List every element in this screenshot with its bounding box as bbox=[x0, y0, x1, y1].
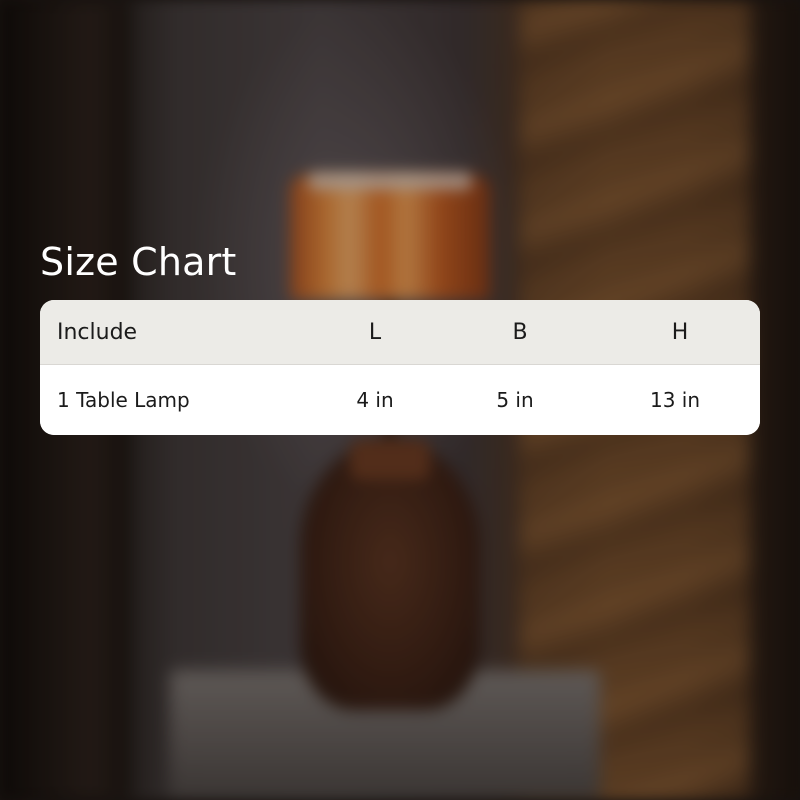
header-height: H bbox=[671, 319, 689, 345]
header-include: Include bbox=[57, 319, 138, 345]
size-chart-title: Size Chart bbox=[40, 240, 237, 284]
cell-length: 4 in bbox=[356, 388, 394, 412]
cell-breadth: 5 in bbox=[496, 388, 534, 412]
cell-include: 1 Table Lamp bbox=[57, 388, 190, 412]
table-header-row: Include L B H bbox=[40, 300, 760, 365]
size-chart-table: Include L B H 1 Table Lamp 4 in 5 in 13 … bbox=[40, 300, 760, 435]
header-length: L bbox=[368, 319, 382, 345]
table-row: 1 Table Lamp 4 in 5 in 13 in bbox=[40, 365, 760, 435]
cell-height: 13 in bbox=[649, 388, 701, 412]
header-breadth: B bbox=[512, 319, 528, 345]
